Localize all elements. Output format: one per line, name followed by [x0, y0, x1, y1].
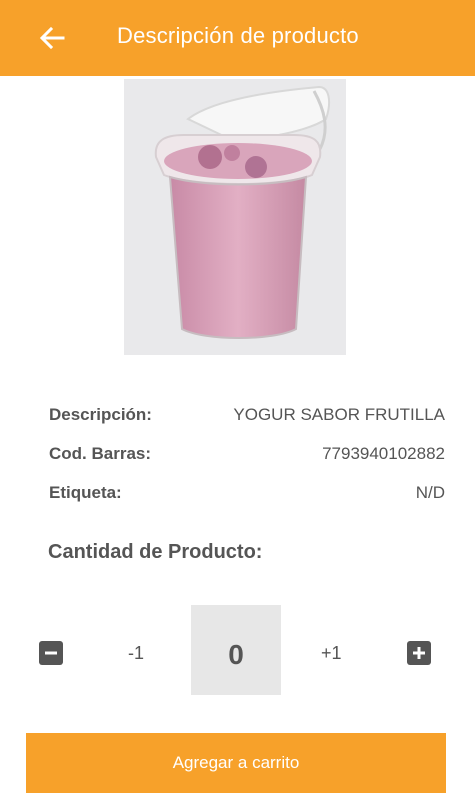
page-title: Descripción de producto [117, 23, 359, 48]
description-value: YOGUR SABOR FRUTILLA [233, 405, 445, 424]
add-to-cart-button[interactable]: Agregar a carrito [26, 733, 446, 793]
quantity-value: 0 [228, 639, 244, 670]
minus-button[interactable] [39, 641, 63, 665]
decrement-button[interactable]: -1 [128, 643, 144, 664]
product-image [124, 79, 346, 355]
back-button[interactable] [36, 22, 68, 54]
plus-square-icon [413, 647, 425, 659]
tag-value: N/D [415, 483, 445, 502]
description-label: Descripción: [49, 405, 152, 424]
barcode-value: 7793940102882 [322, 444, 445, 463]
increment-button[interactable]: +1 [321, 643, 342, 664]
plus-button[interactable] [407, 641, 431, 665]
quantity-display: 0 [191, 605, 281, 695]
minus-square-icon [45, 651, 57, 655]
app-bar: Descripción de producto [0, 0, 475, 76]
barcode-label: Cod. Barras: [49, 444, 152, 463]
tag-label: Etiqueta: [49, 483, 122, 502]
quantity-title: Cantidad de Producto: [48, 541, 263, 563]
arrow-left-icon [39, 27, 65, 49]
